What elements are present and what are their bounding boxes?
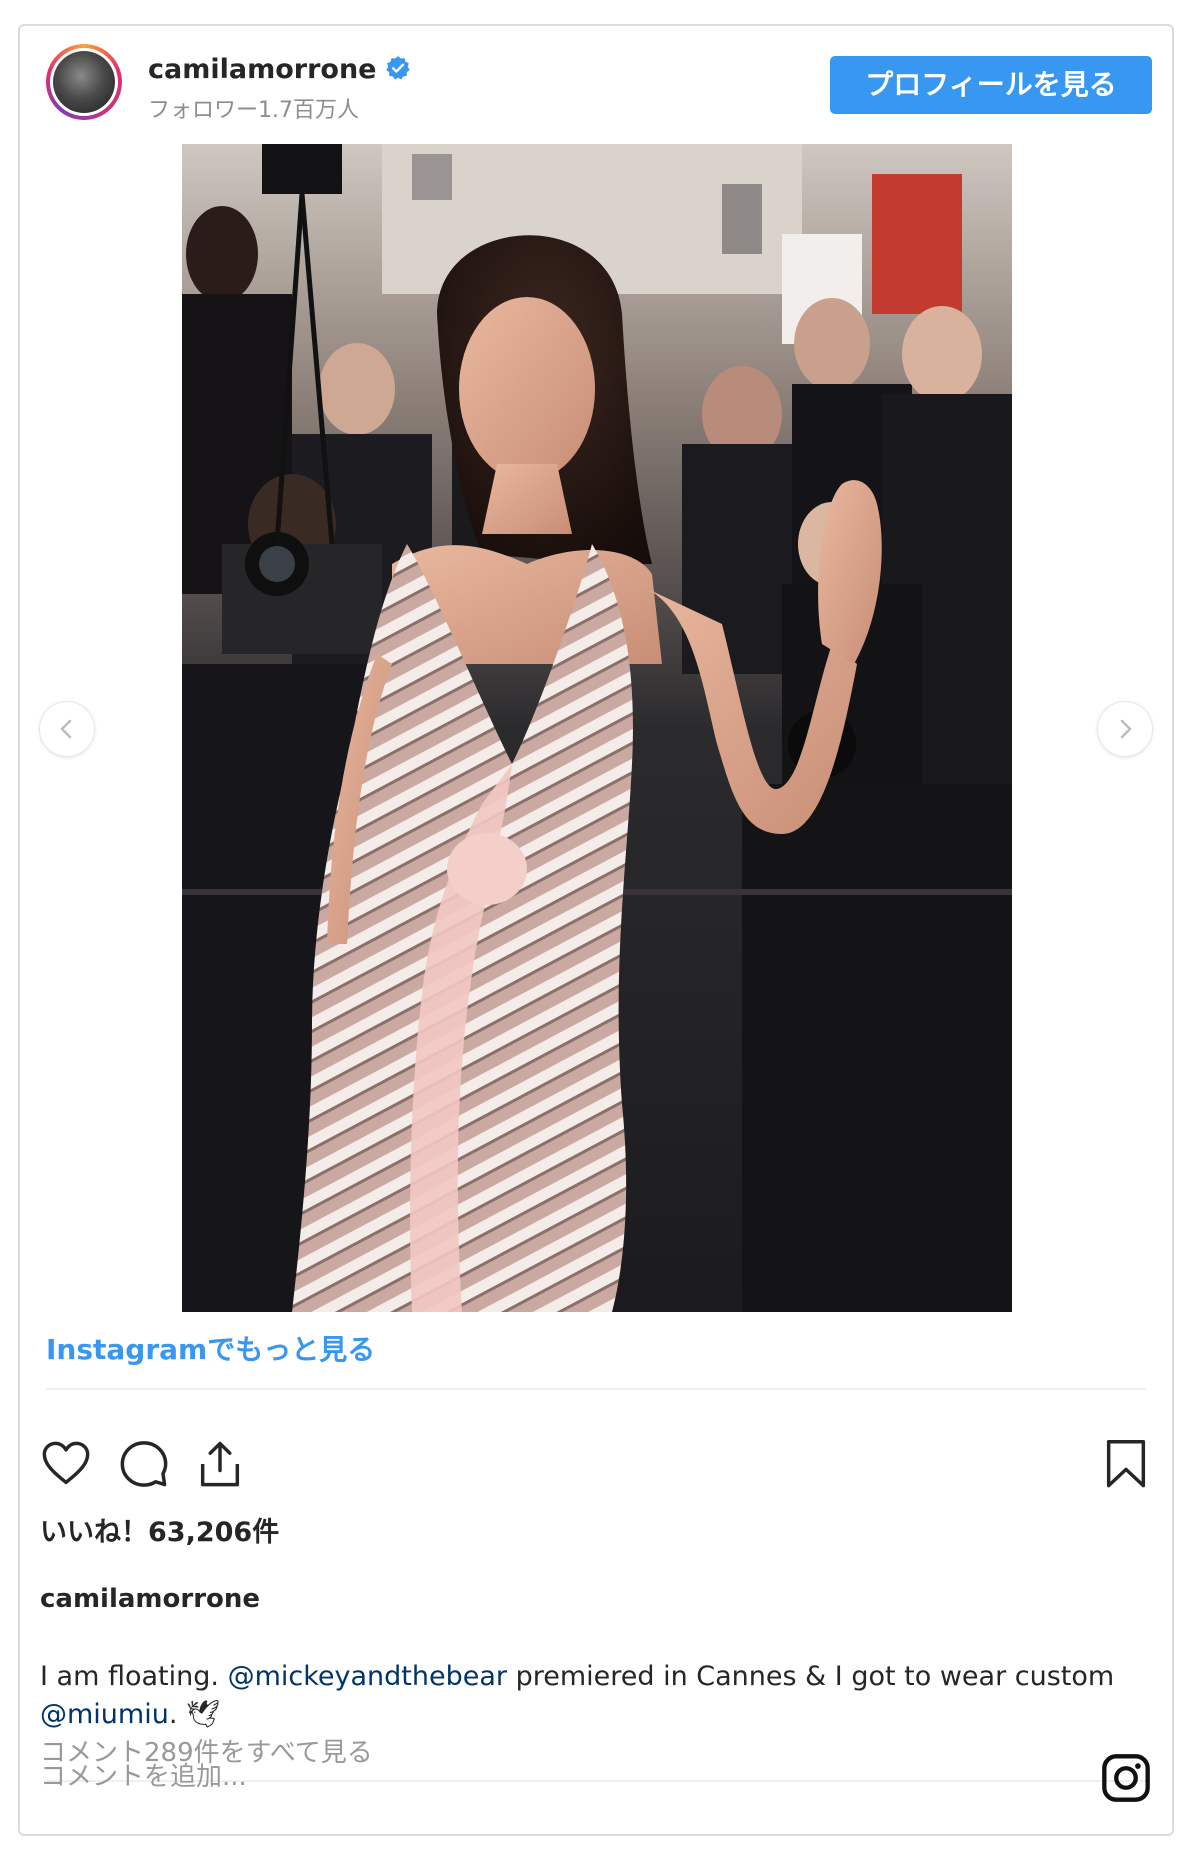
avatar-border [50,48,118,116]
username-link[interactable]: camilamorrone [148,54,411,85]
add-comment-input[interactable]: コメントを追加... [40,1756,247,1793]
caption-username[interactable]: camilamorrone [40,1584,260,1614]
previous-photo-button[interactable] [40,702,94,756]
instagram-logo-icon[interactable] [1100,1752,1152,1804]
comment-bubble-icon[interactable] [118,1438,170,1490]
post-header: camilamorrone フォロワー1.7百万人 プロフィールを見る [20,26,1172,136]
mention-link[interactable]: @miumiu [40,1699,169,1730]
instagram-embed-card: camilamorrone フォロワー1.7百万人 プロフィールを見る Inst… [18,24,1174,1836]
view-profile-button[interactable]: プロフィールを見る [830,56,1152,114]
share-icon[interactable] [194,1438,246,1490]
heart-icon[interactable] [40,1438,92,1490]
username-text: camilamorrone [148,54,377,85]
caption-text: I am floating. [40,1661,228,1692]
red-carpet-photo [182,144,1012,1312]
bookmark-icon[interactable] [1100,1438,1152,1490]
post-photo[interactable] [182,144,1012,1312]
caption-text: premiered in Cannes & I got to wear cust… [506,1661,1115,1692]
follower-count: フォロワー1.7百万人 [148,98,359,123]
verified-badge-icon [385,55,410,79]
chevron-right-icon [1120,719,1132,739]
action-bar [40,1438,1152,1494]
like-count[interactable]: いいね！63,206件 [40,1510,279,1549]
comment-bar: コメントを追加... [20,1728,1172,1834]
divider [46,1388,1146,1390]
post-caption: I am floating. @mickeyandthebear premier… [40,1658,1140,1734]
next-photo-button[interactable] [1098,702,1152,756]
caption-text: . 🕊 [168,1699,221,1730]
view-more-on-instagram-link[interactable]: Instagramでもっと見る [46,1328,375,1368]
avatar[interactable] [46,44,122,120]
chevron-left-icon [60,719,72,739]
avatar-image [53,51,115,113]
mention-link[interactable]: @mickeyandthebear [228,1661,507,1692]
